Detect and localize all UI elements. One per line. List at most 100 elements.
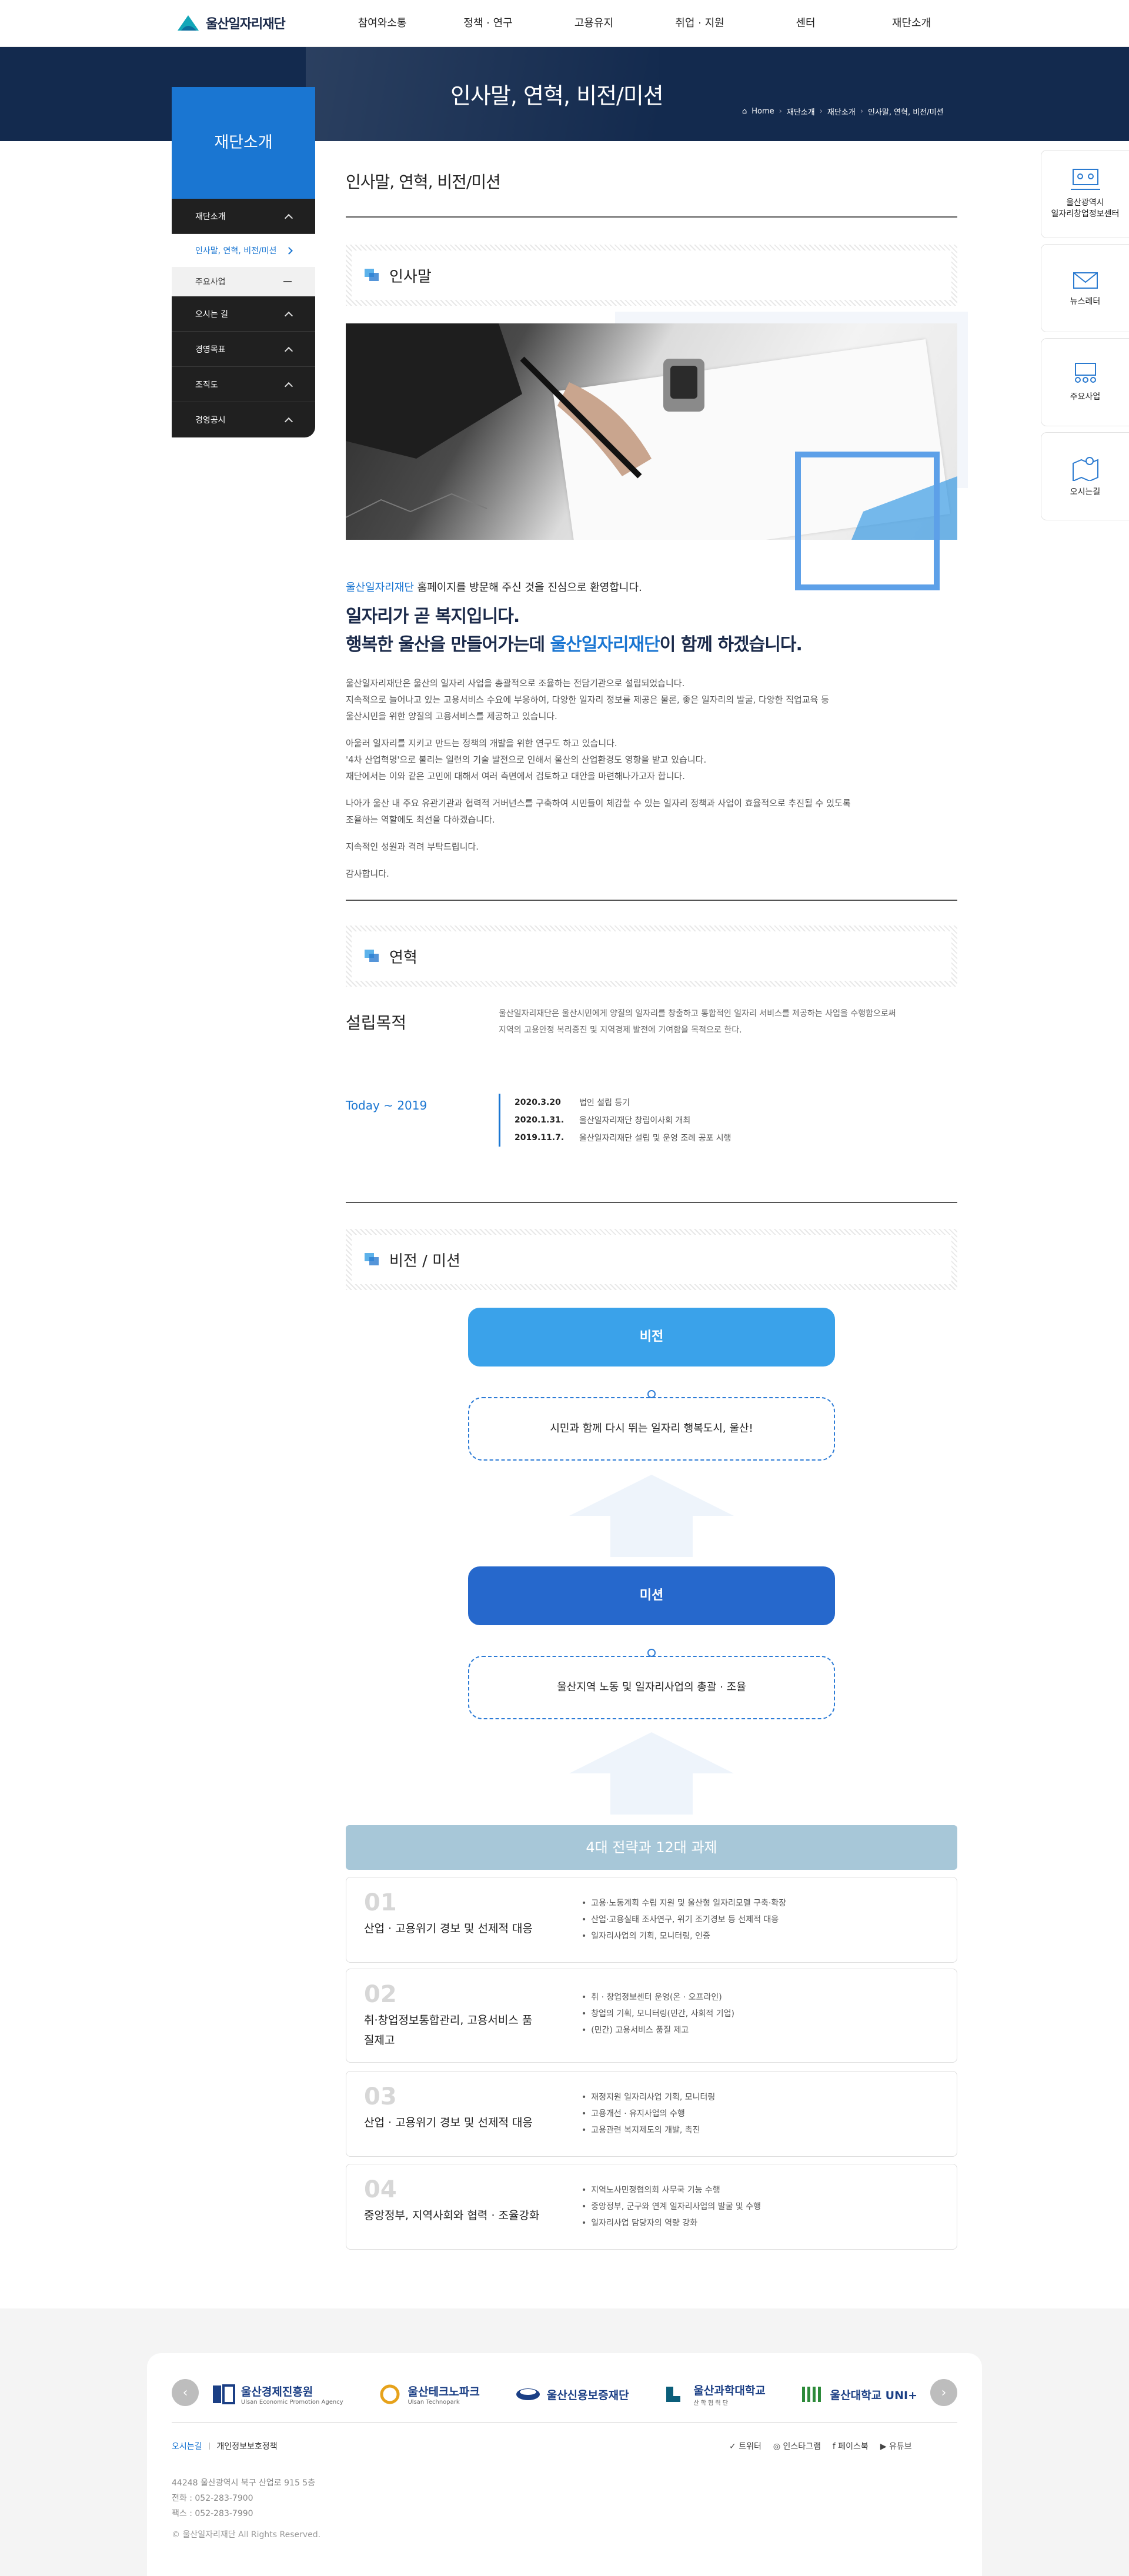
nav-center[interactable]: 센터 [753,0,859,47]
sidebar-item-label: 조직도 [195,380,218,390]
banner-title: 인사말, 연혁, 비전/미션 [450,83,664,109]
section-squares-icon [365,950,379,962]
nav-employment[interactable]: 고용유지 [541,0,647,47]
text-line: 재단에서는 이와 같은 고민에 대해서 여러 측면에서 검토하고 대안을 마련해… [346,771,685,781]
nav-job-support[interactable]: 취업 · 지원 [647,0,753,47]
sidebar-item-label: 경영목표 [195,345,226,355]
task-item: 지역노사민정협의회 사무국 기능 수행 [582,2182,761,2199]
breadcrumb-item[interactable]: 재단소개 [827,106,856,117]
strategy-number: 04 [364,2176,397,2203]
site-header: 울산일자리재단 참여와소통 정책 · 연구 고용유지 취업 · 지원 센터 재단… [0,0,1129,47]
section-header-greeting: 인사말 [346,245,957,306]
breadcrumb-current: 인사말, 연혁, 비전/미션 [867,108,944,117]
text-line: 나아가 울산 내 주요 유관기관과 협력적 거버넌스를 구축하여 시민들이 체감… [346,798,851,808]
sidebar-item-label: 재단소개 [195,212,226,222]
quick-directions[interactable]: 오시는길 [1041,432,1129,520]
partner-name: 울산경제진흥원 [241,2385,313,2398]
sidebar-item-directions[interactable]: 오시는 길 [172,296,315,332]
address-line: 44248 울산광역시 북구 산업로 915 5층 [172,2478,316,2488]
youtube-link[interactable]: ▶ 유튜브 [880,2440,912,2452]
site-footer: ‹ › 울산경제진흥원 Ulsan Economic Promotion Agen… [0,2308,1129,2576]
site-logo[interactable]: 울산일자리재단 [176,13,286,33]
partner-name: 울산신용보증재단 [546,2388,629,2402]
quick-label: 뉴스레터 [1070,296,1101,306]
partner-logo[interactable]: 울산신용보증재단 [515,2384,629,2404]
sidebar-item-label: 인사말, 연혁, 비전/미션 [195,246,277,256]
text-line: '4차 산업혁명'으로 불리는 일련의 기술 발전으로 인해서 울산의 산업환경… [346,754,707,765]
section-header-history: 연혁 [346,926,957,987]
chevron-up-icon [284,213,293,222]
sidebar-item-org-chart[interactable]: 조직도 [172,367,315,402]
nav-about[interactable]: 재단소개 [859,0,964,47]
twitter-link[interactable]: ✓ 트위터 [729,2440,761,2452]
minus-icon [283,281,292,282]
highlight-text: 울산일자리재단 [346,582,414,594]
partner-name-block: 울산대학교 UNI+ [830,2387,917,2403]
strategy-title: 산업 · 고용위기 경보 및 선제적 대응 [364,1922,533,1935]
greeting-headline: 일자리가 곧 복지입니다. 행복한 울산을 만들어가는데 울산일자리재단이 함께… [346,603,803,659]
sidebar-heading: 재단소개 [172,87,315,199]
chevron-up-icon [284,346,293,355]
timeline-row: 2019.11.7. 울산일자리재단 설립 및 운영 조례 공포 시행 [515,1129,731,1147]
partner-logo[interactable]: 울산과학대학교 산 학 협 력 단 [664,2382,766,2407]
monitor-people-icon [1070,169,1100,190]
quick-projects[interactable]: 주요사업 [1041,338,1129,426]
quick-job-center[interactable]: 울산광역시 일자리창업정보센터 [1041,150,1129,238]
instagram-link[interactable]: ◎ 인스타그램 [773,2440,821,2452]
nav-policy[interactable]: 정책 · 연구 [435,0,541,47]
partner-emblem-icon [801,2387,821,2402]
chevron-up-icon [284,417,293,426]
sidebar-subitem-greeting[interactable]: 인사말, 연혁, 비전/미션 [172,234,315,267]
greeting-paragraph: 지속적인 성원과 격려 부탁드립니다. [346,841,479,852]
sidebar-item-disclosure[interactable]: 경영공시 [172,402,315,437]
strategy-heading: 4대 전략과 12대 과제 [346,1825,957,1870]
text-line: 울산시민을 위한 양질의 고용서비스를 제공하고 있습니다. [346,711,557,721]
strategy-number: 01 [364,1889,397,1916]
quick-newsletter[interactable]: 뉴스레터 [1041,244,1129,332]
nav-participation[interactable]: 참여와소통 [329,0,435,47]
partner-name-block: 울산신용보증재단 [547,2387,629,2403]
strategy-tasks: 취 · 창업정보센터 운영(온 · 오프라인) 창업의 기획, 모니터링(민간,… [582,1989,734,2039]
strategy-card: 01 산업 · 고용위기 경보 및 선제적 대응 고용·노동계획 수립 지원 및… [346,1877,957,1963]
board-people-icon [1074,362,1096,383]
establishment-text: 울산일자리재단은 울산시민에게 양질의 일자리를 창출하고 통합적인 일자리 서… [499,1005,957,1038]
partner-logo[interactable]: 울산대학교 UNI+ [801,2385,917,2403]
divider [346,1202,957,1203]
establishment-label: 설립목적 [346,1013,407,1033]
footer-link-directions[interactable]: 오시는길 [172,2440,202,2452]
task-item: 취 · 창업정보센터 운영(온 · 오프라인) [582,1989,734,2006]
task-item: 재정지원 일자리사업 기획, 모니터링 [582,2089,715,2106]
highlight-text: 울산일자리재단 [550,634,660,655]
task-item: 창업의 기획, 모니터링(민간, 사회적 기업) [582,2006,734,2022]
sidebar-item-goals[interactable]: 경영목표 [172,332,315,367]
strategy-title: 취·창업정보통합관리, 고용서비스 품질제고 [364,2014,533,2047]
page-title: 인사말, 연혁, 비전/미션 [346,172,501,192]
breadcrumb-home[interactable]: Home [751,107,774,116]
facebook-link[interactable]: f 페이스북 [833,2440,869,2452]
global-nav: 참여와소통 정책 · 연구 고용유지 취업 · 지원 센터 재단소개 [329,0,964,47]
footer-link-privacy[interactable]: 개인정보보호정책 [217,2440,278,2452]
breadcrumb-separator-icon: › [779,107,782,116]
greeting-lead: 울산일자리재단 홈페이지를 방문해 주신 것을 진심으로 환영합니다. [346,579,642,594]
greeting-paragraph: 울산일자리재단은 울산의 일자리 사업을 총괄적으로 조율하는 전담기관으로 설… [346,675,957,724]
section-title: 인사말 [389,268,432,286]
link-separator [209,2443,210,2450]
sidebar-menu: 재단소개 인사말, 연혁, 비전/미션 주요사업 오시는 길 경영목표 조직도 … [172,199,315,437]
partner-logo[interactable]: 울산테크노파크 Ulsan Technopark [378,2383,480,2405]
partner-sub: Ulsan Technopark [407,2399,460,2405]
strategy-title: 산업 · 고용위기 경보 및 선제적 대응 [364,2116,533,2129]
breadcrumb-separator-icon: › [860,107,863,116]
envelope-icon [1073,272,1098,289]
text-line: 아울러 일자리를 지키고 만드는 정책의 개발을 위한 연구도 하고 있습니다. [346,738,617,749]
sidebar-subitem-projects[interactable]: 주요사업 [172,267,315,296]
breadcrumb-item[interactable]: 재단소개 [787,106,815,117]
sidebar-item-about[interactable]: 재단소개 [172,199,315,234]
sns-label: 유튜브 [889,2442,912,2451]
task-item: 산업·고용실태 조사연구, 위기 조기경보 등 선제적 대응 [582,1912,786,1928]
partner-name: 울산과학대학교 [693,2384,766,2397]
task-item: 고용·노동계획 수립 지원 및 울산형 일자리모델 구축·확장 [582,1895,786,1912]
partner-logo[interactable]: 울산경제진흥원 Ulsan Economic Promotion Agency [212,2383,343,2405]
timeline-date: 2020.1.31. [515,1115,564,1125]
partner-emblem-icon [516,2388,540,2400]
task-item: 고용개선 · 유지사업의 수행 [582,2106,715,2122]
